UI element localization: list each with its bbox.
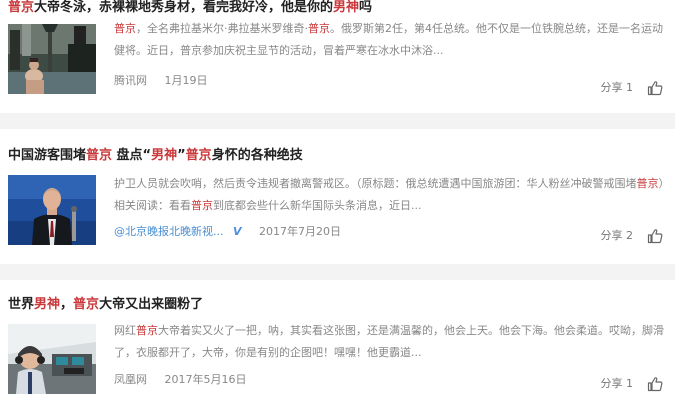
- news-source[interactable]: @北京晚报北晚新视...: [114, 225, 224, 238]
- keyword-highlight: 普京: [86, 148, 113, 163]
- keyword-highlight: 男神: [151, 148, 178, 163]
- news-meta: @北京晚报北晚新视... V 2017年7月20日: [114, 225, 355, 239]
- text-segment: ，: [60, 297, 74, 312]
- text-segment: 身怀的各种绝技: [211, 148, 303, 163]
- text-segment: ”: [177, 148, 186, 163]
- share-button[interactable]: 分享 1: [601, 377, 634, 391]
- keyword-highlight: 普京: [136, 324, 158, 337]
- news-snippet: 护卫人员就会吹哨，然后责令违规者撤离警戒区。（原标题：俄总统遭遇中国旅游团：华人…: [114, 173, 670, 217]
- news-title-link[interactable]: 普京大帝冬泳，赤裸裸地秀身材，看完我好冷，他是你的男神吗: [8, 0, 372, 16]
- news-thumbnail[interactable]: [8, 175, 96, 245]
- news-thumbnail[interactable]: [8, 324, 96, 394]
- text-segment: 中国游客围堵: [8, 148, 87, 163]
- news-title-link[interactable]: 世界男神，普京大帝又出来圈粉了: [8, 297, 203, 313]
- thumbs-up-icon[interactable]: [647, 80, 663, 96]
- thumbs-up-icon[interactable]: [647, 376, 663, 392]
- news-thumbnail[interactable]: [8, 24, 96, 94]
- keyword-highlight: 普京: [191, 199, 213, 212]
- news-title-link[interactable]: 中国游客围堵普京 盘点“男神”普京身怀的各种绝技: [8, 148, 303, 164]
- news-date: 2017年5月16日: [164, 373, 247, 386]
- news-item: 普京大帝冬泳，赤裸裸地秀身材，看完我好冷，他是你的男神吗 普京，全名弗拉基米尔·…: [0, 0, 675, 113]
- keyword-highlight: 普京: [114, 22, 136, 35]
- share-label: 分享: [600, 377, 623, 390]
- news-source[interactable]: 腾讯网: [114, 74, 147, 87]
- share-count: 2: [626, 229, 633, 242]
- text-segment: 大帝又出来圈粉了: [99, 297, 204, 312]
- verified-badge-icon: V: [233, 225, 242, 238]
- news-source[interactable]: 凤凰网: [114, 373, 147, 386]
- share-count: 1: [626, 377, 633, 390]
- text-segment: 大帝着实又火了一把，呐，其实看这张图，还是满温馨的，他会上天。他会下海。他会柔道…: [114, 324, 664, 359]
- news-snippet: 网红普京大帝着实又火了一把，呐，其实看这张图，还是满温馨的，他会上天。他会下海。…: [114, 320, 670, 364]
- separator: [0, 264, 675, 280]
- text-segment: 世界: [8, 297, 35, 312]
- keyword-highlight: 男神: [34, 297, 61, 312]
- text-segment: 大帝冬泳，赤裸裸地秀身材，看完我好冷，他是你的: [34, 0, 334, 15]
- keyword-highlight: 普京: [308, 22, 330, 35]
- text-segment: 护卫人员就会吹哨，然后责令违规者撤离警戒区。（原标题：俄总统遭遇中国旅游团：华人…: [114, 177, 637, 190]
- separator: [0, 113, 675, 129]
- share-count: 1: [626, 81, 633, 94]
- ice-swim-photo-icon: [8, 24, 96, 94]
- news-date: 2017年7月20日: [259, 225, 342, 238]
- share-button[interactable]: 分享 2: [601, 229, 634, 243]
- share-label: 分享: [600, 81, 623, 94]
- keyword-highlight: 普京: [185, 148, 212, 163]
- news-date: 1月19日: [164, 74, 208, 87]
- keyword-highlight: 普京: [636, 177, 659, 190]
- news-meta: 腾讯网 1月19日: [114, 74, 222, 88]
- text-segment: 盘点“: [112, 148, 152, 163]
- share-label: 分享: [600, 229, 623, 242]
- podium-speech-photo-icon: [8, 175, 96, 245]
- keyword-highlight: 普京: [8, 0, 35, 15]
- text-segment: ，全名弗拉基米尔·弗拉基米罗维奇·: [136, 22, 308, 35]
- cockpit-photo-icon: [8, 324, 96, 394]
- text-segment: 到底都会些什么新华国际头条消息，近日...: [213, 199, 422, 212]
- news-item: 中国游客围堵普京 盘点“男神”普京身怀的各种绝技 护卫人员就会吹哨，然后责令违规…: [0, 129, 675, 264]
- thumbs-up-icon[interactable]: [647, 228, 663, 244]
- news-snippet: 普京，全名弗拉基米尔·弗拉基米罗维奇·普京。俄罗斯第2任，第4任总统。他不仅是一…: [114, 18, 670, 62]
- text-segment: 吗: [359, 0, 373, 15]
- keyword-highlight: 男神: [333, 0, 360, 15]
- keyword-highlight: 普京: [73, 297, 100, 312]
- news-meta: 凤凰网 2017年5月16日: [114, 373, 261, 387]
- share-button[interactable]: 分享 1: [601, 81, 634, 95]
- news-item: 世界男神，普京大帝又出来圈粉了 网红普京大帝着实又火了一把，呐，其实看这张图，还…: [0, 280, 675, 411]
- text-segment: 网红: [114, 324, 136, 337]
